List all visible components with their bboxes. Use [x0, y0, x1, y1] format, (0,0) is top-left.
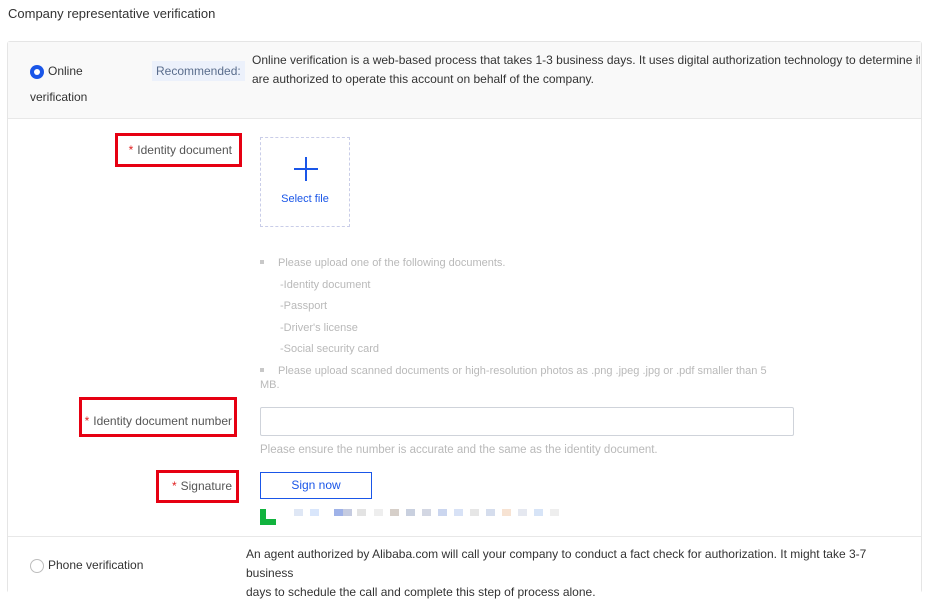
- online-verification-description: Online verification is a web-based proce…: [252, 53, 920, 86]
- required-mark: *: [171, 479, 177, 493]
- sign-now-button[interactable]: Sign now: [260, 472, 372, 499]
- signature-pixel: [550, 509, 559, 516]
- signature-pixel: [334, 509, 343, 516]
- signature-pixel: [518, 509, 527, 516]
- online-verification-header: Online verification Recommended: Online …: [8, 42, 921, 119]
- upload-format-hint-line2: MB.: [260, 379, 280, 391]
- document-type-item: -Driver's license: [280, 322, 358, 334]
- id-number-hint: Please ensure the number is accurate and…: [260, 444, 658, 456]
- id-number-input[interactable]: [260, 407, 794, 436]
- phone-verification-description: An agent authorized by Alibaba.com will …: [246, 547, 867, 599]
- bullet-icon: [260, 260, 264, 264]
- select-file-label: Select file: [281, 193, 329, 205]
- id-number-label: * Identity document number: [84, 414, 232, 428]
- phone-verification-label[interactable]: Phone verification: [48, 552, 168, 578]
- signature-pixel: [454, 509, 463, 516]
- online-verification-label[interactable]: Online: [48, 58, 118, 84]
- online-verification-label-line2[interactable]: verification: [30, 84, 100, 110]
- recommended-badge: Recommended:: [152, 61, 245, 81]
- upload-file-box[interactable]: Select file: [260, 137, 350, 227]
- signature-pixel: [343, 509, 352, 516]
- phone-verification-radio[interactable]: [30, 559, 44, 573]
- plus-icon: [294, 157, 318, 181]
- online-verification-radio[interactable]: [30, 65, 44, 79]
- signature-pixel: [534, 509, 543, 516]
- signature-pixel: [486, 509, 495, 516]
- signature-logo-icon: [260, 509, 276, 525]
- signature-pixel: [310, 509, 319, 516]
- upload-format-hint: Please upload scanned documents or high-…: [278, 365, 767, 377]
- verification-card: Online verification Recommended: Online …: [7, 41, 922, 599]
- signature-pixel: [390, 509, 399, 516]
- signature-pixel: [422, 509, 431, 516]
- signature-pixel: [470, 509, 479, 516]
- identity-document-label: * Identity document: [128, 143, 232, 157]
- upload-hint-intro: Please upload one of the following docum…: [278, 257, 506, 269]
- page-title: Company representative verification: [8, 6, 216, 21]
- signature-pixel: [438, 509, 447, 516]
- signature-label: * Signature: [171, 479, 232, 493]
- bullet-icon: [260, 368, 264, 372]
- signature-pixel: [502, 509, 511, 516]
- required-mark: *: [84, 414, 90, 428]
- document-type-item: -Social security card: [280, 343, 380, 355]
- signature-pixel: [357, 509, 366, 516]
- document-type-item: -Identity document: [280, 279, 371, 291]
- required-mark: *: [128, 143, 134, 157]
- document-type-item: -Passport: [280, 300, 328, 312]
- signature-preview-strip: [260, 509, 570, 525]
- signature-pixel: [406, 509, 415, 516]
- phone-verification-section: Phone verification An agent authorized b…: [8, 536, 921, 599]
- signature-pixel: [294, 509, 303, 516]
- signature-pixel: [374, 509, 383, 516]
